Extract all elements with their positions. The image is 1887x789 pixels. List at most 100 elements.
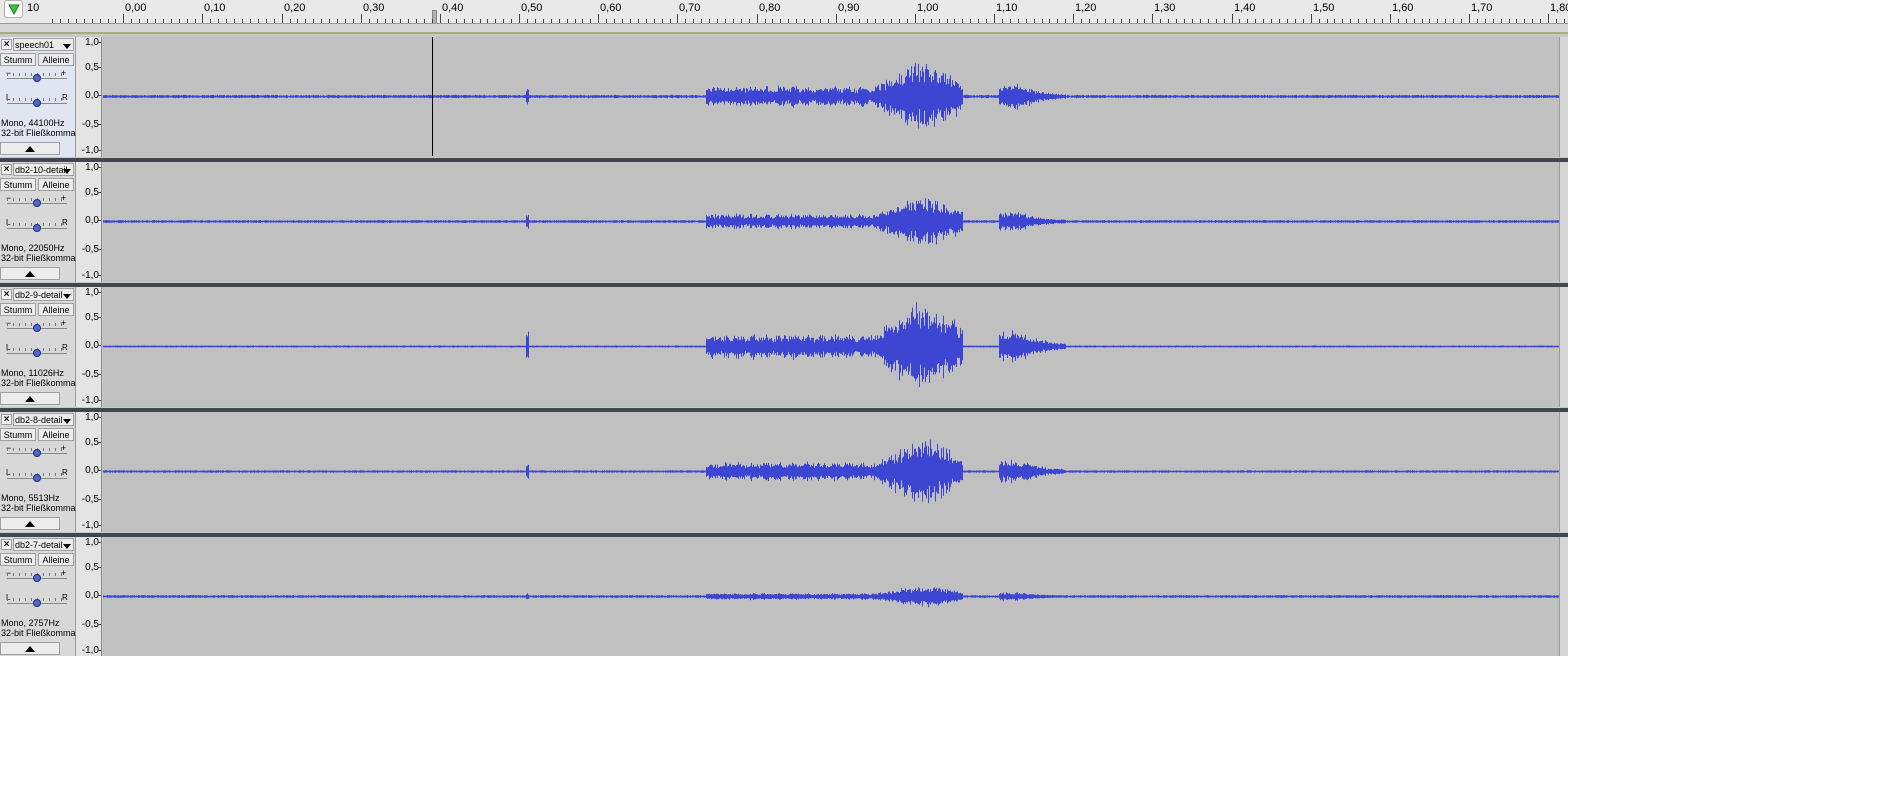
close-track-icon[interactable]: × xyxy=(1,164,12,175)
ruler-minor-tick xyxy=(353,19,354,23)
ruler-minor-tick xyxy=(1247,19,1248,23)
track-name-menu[interactable]: db2-9-detail xyxy=(13,288,74,301)
collapse-up-arrow-icon xyxy=(25,646,35,652)
waveform-area[interactable] xyxy=(103,37,1559,157)
waveform-samples xyxy=(103,198,1559,245)
collapse-track-button[interactable] xyxy=(0,392,60,405)
amplitude-ruler[interactable]: 1,0 0,5 0,0 -0,5 -1,0 xyxy=(76,37,102,157)
mute-button[interactable]: Stumm xyxy=(0,178,36,191)
amplitude-ruler[interactable]: 1,0 0,5 0,0 -0,5 -1,0 xyxy=(76,162,102,282)
ruler-minor-tick xyxy=(1406,19,1407,23)
ruler-major-tick xyxy=(677,14,678,23)
collapse-track-button[interactable] xyxy=(0,267,60,280)
collapse-up-arrow-icon xyxy=(25,396,35,402)
solo-button[interactable]: Alleine xyxy=(38,428,74,441)
ruler-minor-tick xyxy=(725,19,726,23)
mute-button[interactable]: Stumm xyxy=(0,553,36,566)
track-format-info: Mono, 44100Hz 32-bit Fließkomma xyxy=(1,118,76,138)
gain-slider-thumb[interactable] xyxy=(33,199,41,207)
ruler-selection-bar[interactable] xyxy=(0,24,1568,34)
amplitude-tick xyxy=(98,275,101,276)
ruler-minor-tick xyxy=(1200,19,1201,23)
mute-button[interactable]: Stumm xyxy=(0,53,36,66)
ruler-minor-tick xyxy=(321,19,322,23)
ruler-minor-tick xyxy=(487,19,488,23)
gain-slider-thumb[interactable] xyxy=(33,74,41,82)
solo-button[interactable]: Alleine xyxy=(38,178,74,191)
gain-slider-thumb[interactable] xyxy=(33,449,41,457)
solo-button[interactable]: Alleine xyxy=(38,553,74,566)
track-control-panel: × db2-7-detail Stumm Alleine − + L R Mon… xyxy=(0,537,76,656)
track-name-menu[interactable]: db2-7-detail xyxy=(13,538,74,551)
amplitude-ruler[interactable]: 1,0 0,5 0,0 -0,5 -1,0 xyxy=(76,412,102,532)
mute-button[interactable]: Stumm xyxy=(0,303,36,316)
pan-slider-thumb[interactable] xyxy=(33,474,41,482)
audio-editor-window: 10 0,00 0,10 0,20 0,30 0,40 0,50 0,60 0,70 0,80 0… xyxy=(0,0,1568,656)
close-track-icon[interactable]: × xyxy=(1,289,12,300)
ruler-minor-tick xyxy=(448,19,449,23)
amplitude-label: -0,5 xyxy=(81,619,99,630)
waveform-area[interactable] xyxy=(103,537,1559,656)
ruler-minor-tick xyxy=(1485,19,1486,23)
ruler-minor-tick xyxy=(187,19,188,23)
track-format-info: Mono, 5513Hz 32-bit Fließkomma xyxy=(1,493,76,513)
ruler-minor-tick xyxy=(377,19,378,23)
close-track-icon[interactable]: × xyxy=(1,39,12,50)
ruler-minor-tick xyxy=(1105,19,1106,23)
amplitude-label: 1,0 xyxy=(85,412,99,423)
solo-button[interactable]: Alleine xyxy=(38,53,74,66)
track-format-info: Mono, 22050Hz 32-bit Fließkomma xyxy=(1,243,76,263)
collapse-track-button[interactable] xyxy=(0,642,60,655)
track-name-menu[interactable]: speech01 xyxy=(13,38,74,51)
track-control-panel: × db2-10-detail Stumm Alleine − + L R Mo… xyxy=(0,162,76,282)
ruler-minor-tick xyxy=(986,19,987,23)
timeline-ruler[interactable]: 10 0,00 0,10 0,20 0,30 0,40 0,50 0,60 0,70 0,80 0… xyxy=(0,0,1568,24)
ruler-minor-tick xyxy=(503,19,504,23)
ruler-minor-tick xyxy=(1081,19,1082,23)
close-track-icon[interactable]: × xyxy=(1,414,12,425)
ruler-minor-tick xyxy=(60,19,61,23)
pan-slider-thumb[interactable] xyxy=(33,349,41,357)
amplitude-label: 1,0 xyxy=(85,37,99,48)
amplitude-ruler[interactable]: 1,0 0,5 0,0 -0,5 -1,0 xyxy=(76,287,102,407)
collapse-track-button[interactable] xyxy=(0,142,60,155)
ruler-minor-tick xyxy=(875,19,876,23)
collapse-track-button[interactable] xyxy=(0,517,60,530)
ruler-time-label: 0,50 xyxy=(521,2,543,14)
ruler-major-tick xyxy=(836,14,837,23)
track-name-menu[interactable]: db2-8-detail xyxy=(13,413,74,426)
mute-button[interactable]: Stumm xyxy=(0,428,36,441)
ruler-minor-tick xyxy=(733,19,734,23)
track-name-menu[interactable]: db2-10-detail xyxy=(13,163,74,176)
pan-slider-thumb[interactable] xyxy=(33,599,41,607)
gain-slider-thumb[interactable] xyxy=(33,574,41,582)
ruler-minor-tick xyxy=(685,19,686,23)
ruler-minor-tick xyxy=(1192,19,1193,23)
ruler-time-label: 1,60 xyxy=(1392,2,1414,14)
solo-button[interactable]: Alleine xyxy=(38,303,74,316)
waveform-samples xyxy=(103,587,1559,608)
ruler-minor-tick xyxy=(1556,19,1557,23)
gain-slider-thumb[interactable] xyxy=(33,324,41,332)
waveform-area[interactable] xyxy=(103,287,1559,407)
ruler-minor-tick xyxy=(1319,19,1320,23)
amplitude-ruler[interactable]: 1,0 0,5 0,0 -0,5 -1,0 xyxy=(76,537,102,656)
ruler-minor-tick xyxy=(480,19,481,23)
close-track-icon[interactable]: × xyxy=(1,539,12,550)
ruler-major-tick xyxy=(1548,14,1549,23)
pan-slider-thumb[interactable] xyxy=(33,99,41,107)
ruler-minor-tick xyxy=(646,19,647,23)
amplitude-label: -1,0 xyxy=(81,395,99,406)
play-head-icon[interactable] xyxy=(4,0,23,18)
amplitude-label: 0,5 xyxy=(85,562,99,573)
ruler-minor-tick xyxy=(1358,19,1359,23)
pan-slider-thumb[interactable] xyxy=(33,224,41,232)
waveform-area[interactable] xyxy=(103,162,1559,282)
ruler-minor-tick xyxy=(313,19,314,23)
amplitude-label: -0,5 xyxy=(81,119,99,130)
amplitude-label: 0,5 xyxy=(85,187,99,198)
ruler-minor-tick xyxy=(1216,19,1217,23)
ruler-minor-tick xyxy=(345,19,346,23)
ruler-minor-tick xyxy=(1049,19,1050,23)
waveform-area[interactable] xyxy=(103,412,1559,532)
